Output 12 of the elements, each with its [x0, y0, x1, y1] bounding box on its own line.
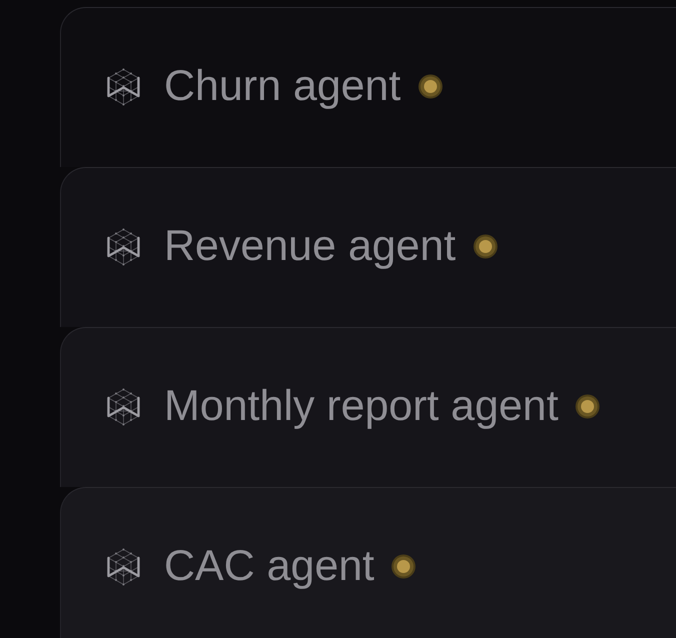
agent-name: Revenue agent [164, 220, 456, 272]
wireframe-cube-icon [106, 548, 141, 586]
status-dot-icon [391, 554, 416, 579]
agent-name: CAC agent [164, 540, 374, 592]
status-dot-icon [418, 74, 443, 99]
wireframe-cube-icon [106, 388, 141, 426]
agent-name: Monthly report agent [164, 380, 558, 432]
status-dot-icon [575, 394, 600, 419]
wireframe-cube-icon [106, 228, 141, 266]
agent-name: Churn agent [164, 60, 401, 112]
status-dot-icon [472, 234, 498, 259]
wireframe-cube-icon [106, 68, 141, 106]
